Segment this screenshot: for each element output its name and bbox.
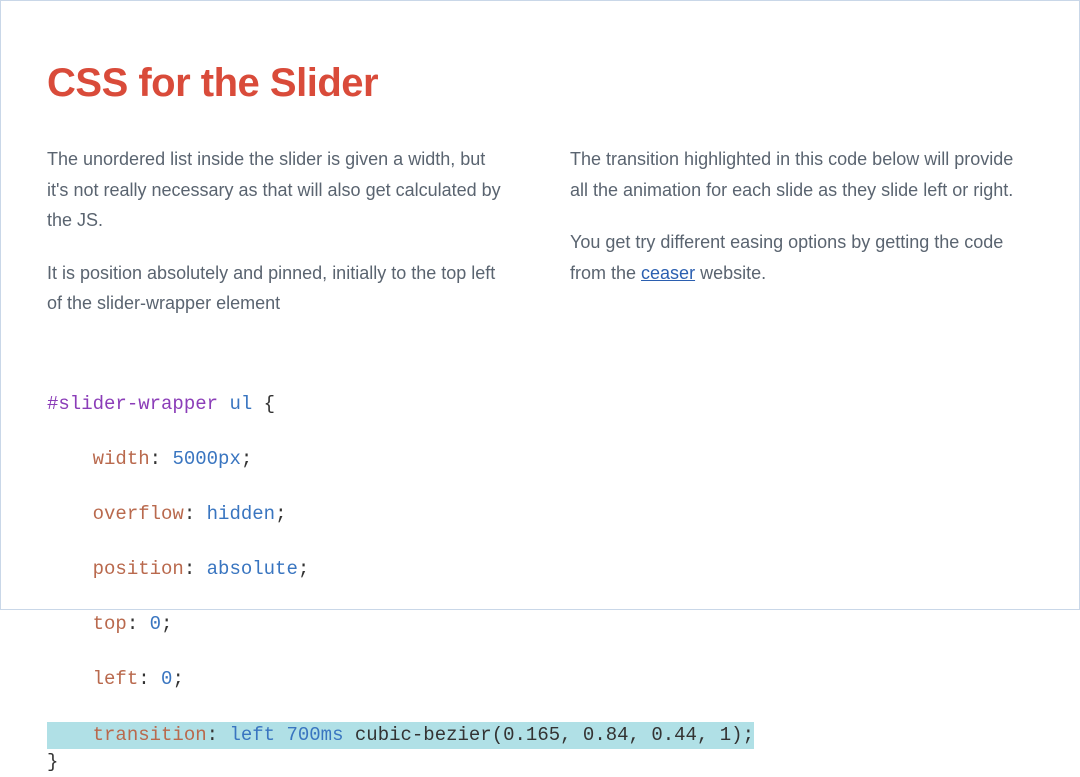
code-rule-width: width: 5000px; xyxy=(47,446,1033,474)
slide-container: CSS for the Slider The unordered list in… xyxy=(0,0,1080,610)
content-columns: The unordered list inside the slider is … xyxy=(47,144,1033,341)
right-paragraph-2a: You get try different easing options by … xyxy=(570,232,1003,283)
slide-title: CSS for the Slider xyxy=(47,61,1033,106)
code-rule-transition-highlighted: transition: left 700ms cubic-bezier(0.16… xyxy=(47,722,754,750)
code-close-brace: } xyxy=(47,749,1033,777)
right-paragraph-2b: website. xyxy=(695,263,766,283)
ceaser-link[interactable]: ceaser xyxy=(641,263,695,283)
code-rule-left: left: 0; xyxy=(47,666,1033,694)
left-paragraph-1: The unordered list inside the slider is … xyxy=(47,144,510,236)
code-rule-top: top: 0; xyxy=(47,611,1033,639)
left-column: The unordered list inside the slider is … xyxy=(47,144,510,341)
left-paragraph-2: It is position absolutely and pinned, in… xyxy=(47,258,510,319)
code-block: #slider-wrapper ul { width: 5000px; over… xyxy=(47,391,1033,777)
right-paragraph-2: You get try different easing options by … xyxy=(570,227,1033,288)
code-rule-position: position: absolute; xyxy=(47,556,1033,584)
right-paragraph-1: The transition highlighted in this code … xyxy=(570,144,1033,205)
code-rule-overflow: overflow: hidden; xyxy=(47,501,1033,529)
code-selector-line: #slider-wrapper ul { xyxy=(47,391,1033,419)
right-column: The transition highlighted in this code … xyxy=(570,144,1033,341)
